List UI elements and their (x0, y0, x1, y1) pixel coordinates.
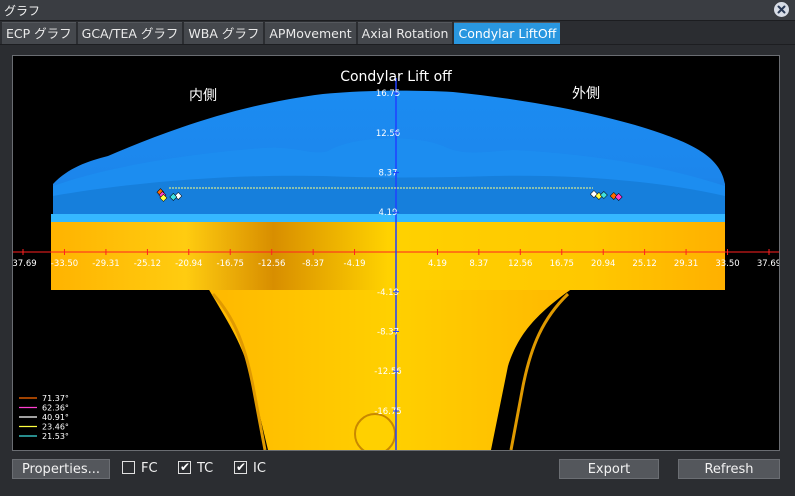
x-tick-label: 29.31 (674, 259, 698, 269)
stem-hole (354, 413, 396, 450)
x-tick-label: 12.56 (508, 259, 532, 269)
x-tick-label: 16.75 (550, 259, 574, 269)
x-tick-label: -12.56 (258, 259, 285, 269)
chart-title: Condylar Lift off (340, 69, 452, 85)
y-tick-label: 8.37 (379, 169, 398, 179)
y-tick-label: 4.19 (379, 208, 398, 218)
tab-apmovement[interactable]: APMovement (265, 22, 356, 45)
y-tick-label: -16.75 (374, 407, 401, 417)
tab-strip: ECP グラフ GCA/TEA グラフ WBA グラフ APMovement A… (2, 22, 562, 45)
y-tick-label: 16.75 (376, 89, 400, 99)
x-tick-label: -4.19 (344, 259, 366, 269)
legend-label: 40.91° (42, 413, 69, 422)
legend-label: 21.53° (42, 432, 69, 441)
y-tick-label: -4.19 (377, 288, 399, 298)
x-tick-label: -25.12 (134, 259, 161, 269)
tibial-insert (51, 218, 725, 290)
tab-condylar-liftoff[interactable]: Condylar LiftOff (454, 22, 561, 45)
x-tick-label: 4.19 (428, 259, 447, 269)
close-icon[interactable] (774, 2, 789, 17)
x-tick-label: 37.69 (757, 259, 779, 269)
x-tick-label: 20.94 (591, 259, 615, 269)
title-bar: グラフ (0, 0, 795, 21)
refresh-button[interactable]: Refresh (678, 459, 780, 479)
x-tick-label: -20.94 (175, 259, 202, 269)
plot-canvas: -37.69 -33.50 -29.31 -25.12 -20.94 -16.75 -12.… (13, 69, 779, 450)
window-title: グラフ (4, 4, 41, 18)
tab-divider (0, 44, 795, 45)
tab-axial-rotation[interactable]: Axial Rotation (357, 22, 453, 45)
export-button[interactable]: Export (559, 459, 659, 479)
tab-wba[interactable]: WBA グラフ (184, 22, 264, 45)
x-tick-label: -29.31 (92, 259, 119, 269)
legend-label: 62.36° (42, 404, 69, 413)
checkmark-icon: ✔ (180, 460, 191, 474)
tab-gca-tea[interactable]: GCA/TEA グラフ (77, 22, 183, 45)
x-tick-label: -16.75 (217, 259, 244, 269)
bottom-toolbar: Properties... FC ✔ TC ✔ IC Export Refres… (0, 452, 795, 496)
tc-label: TC (197, 461, 214, 476)
y-tick-label: -8.37 (377, 327, 399, 337)
legend: 71.37°62.36°40.91°23.46°21.53° (19, 394, 69, 441)
tc-checkbox-box[interactable]: ✔ (178, 460, 191, 474)
fc-checkbox-box[interactable] (122, 461, 135, 474)
fc-label: FC (141, 461, 158, 476)
medial-label: 内側 (189, 88, 217, 104)
checkmark-icon: ✔ (236, 460, 247, 474)
lateral-label: 外側 (572, 86, 600, 102)
x-tick-label: 8.37 (469, 259, 488, 269)
condylar-liftoff-plot[interactable]: -37.69 -33.50 -29.31 -25.12 -20.94 -16.75 -12.… (12, 55, 780, 451)
x-tick-label: -37.69 (13, 259, 37, 269)
properties-button[interactable]: Properties... (12, 459, 110, 479)
ic-label: IC (253, 461, 266, 476)
x-tick-label: 25.12 (632, 259, 656, 269)
ic-checkbox-box[interactable]: ✔ (234, 460, 247, 474)
x-tick-label: 33.50 (715, 259, 739, 269)
x-tick-label: -33.50 (51, 259, 78, 269)
legend-label: 23.46° (42, 423, 69, 432)
y-tick-label: -12.56 (374, 367, 401, 377)
tab-ecp[interactable]: ECP グラフ (2, 22, 76, 45)
y-tick-label: 12.56 (376, 129, 400, 139)
x-tick-label: -8.37 (302, 259, 324, 269)
legend-label: 71.37° (42, 394, 69, 403)
